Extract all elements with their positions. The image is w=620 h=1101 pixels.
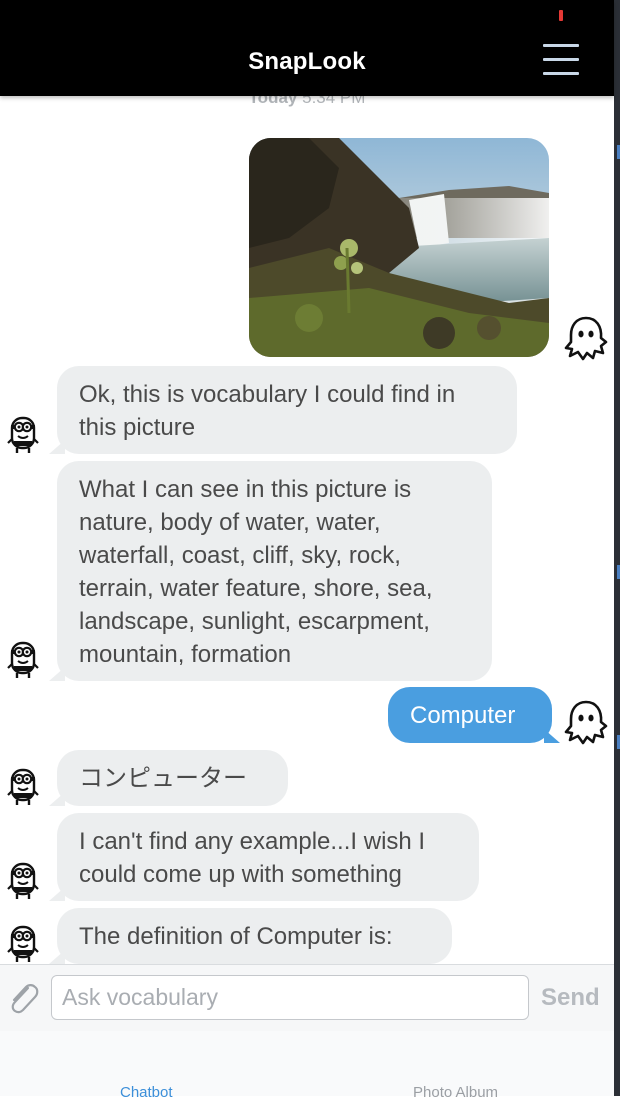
message-text: コンピューター	[79, 765, 247, 792]
minion-robot-avatar-icon	[6, 637, 40, 679]
bot-message: I can't find any example...I wish I coul…	[49, 813, 479, 901]
timestamp-time: 5:34 PM	[302, 96, 366, 107]
chat-scroll-area[interactable]: Today 5:34 PM Ok, this is vocabulary I c…	[0, 96, 614, 964]
message-text: The definition of Computer is:	[79, 923, 393, 950]
minion-robot-avatar-icon	[6, 858, 40, 900]
window-edge-strip	[614, 0, 620, 1096]
recording-indicator	[559, 10, 563, 21]
paperclip-icon[interactable]	[6, 980, 40, 1016]
hamburger-menu-icon[interactable]	[541, 40, 581, 80]
message-composer: Send	[0, 964, 614, 1033]
timestamp-day: Today	[248, 96, 298, 107]
message-text: Computer	[410, 702, 516, 729]
minion-robot-avatar-icon	[6, 764, 40, 806]
tab-photo-album[interactable]: Photo Album	[413, 1084, 498, 1101]
bot-message: コンピューター	[49, 750, 288, 806]
bot-message: The definition of Computer is:	[49, 908, 452, 964]
message-timestamp: Today 5:34 PM	[0, 96, 614, 108]
ghost-avatar-icon	[562, 698, 610, 746]
minion-robot-avatar-icon	[6, 412, 40, 454]
waterfall-photo[interactable]	[249, 138, 549, 357]
send-button[interactable]: Send	[541, 984, 600, 1012]
app-header: SnapLook	[0, 0, 614, 96]
app-title: SnapLook	[248, 48, 366, 75]
bot-message: What I can see in this picture is nature…	[49, 461, 492, 681]
message-text: I can't find any example...I wish I coul…	[79, 828, 426, 888]
ghost-avatar-icon	[562, 314, 610, 362]
message-text: Ok, this is vocabulary I could find in t…	[79, 381, 456, 441]
bottom-tab-bar: Chatbot Photo Album	[0, 1031, 614, 1101]
bot-message: Ok, this is vocabulary I could find in t…	[49, 366, 517, 454]
minion-robot-avatar-icon	[6, 921, 40, 963]
tab-chatbot[interactable]: Chatbot	[120, 1084, 173, 1101]
user-message: Computer	[388, 687, 560, 743]
message-text: What I can see in this picture is nature…	[79, 476, 433, 668]
ask-vocabulary-input[interactable]	[51, 975, 529, 1020]
